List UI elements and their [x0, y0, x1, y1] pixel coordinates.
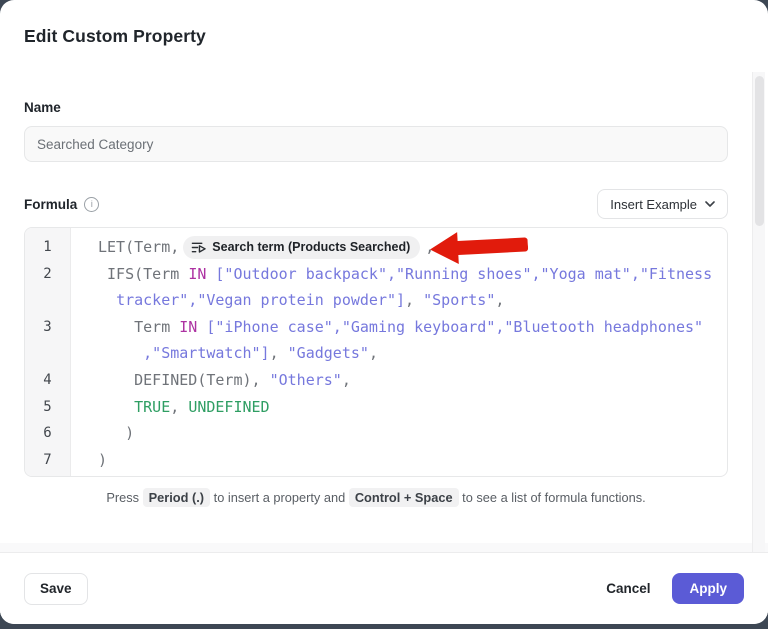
code-token: DEFINED(Term), [98, 371, 270, 389]
code-line[interactable]: TRUE, UNDEFINED [98, 394, 719, 421]
chevron-down-icon [705, 201, 715, 207]
code-token: , [369, 344, 378, 362]
code-token: ) [98, 451, 107, 469]
name-label: Name [24, 100, 728, 115]
code-token: ) [98, 424, 134, 442]
insert-example-button[interactable]: Insert Example [597, 189, 728, 219]
code-token: , [170, 398, 188, 416]
dialog-content: Name Formula i Insert Example 12 3 4567 LE… [0, 72, 768, 552]
code-line[interactable]: DEFINED(Term), "Others", [98, 367, 719, 394]
event-property-icon [191, 240, 206, 255]
line-number [25, 340, 70, 367]
code-token: TRUE [134, 398, 170, 416]
code-token: , [342, 371, 351, 389]
code-token: ["iPhone case","Gaming keyboard","Blueto… [206, 318, 703, 336]
search-term-property-chip[interactable]: Search term (Products Searched) [183, 236, 420, 259]
hint-post: to see a list of formula functions. [462, 490, 646, 505]
code-line[interactable]: tracker","Vegan protein powder"], "Sport… [98, 287, 719, 314]
hint-pre: Press [106, 490, 139, 505]
edit-custom-property-dialog: Edit Custom Property Name Formula i Inse… [0, 0, 768, 624]
code-token: UNDEFINED [188, 398, 269, 416]
dialog-footer: Save Cancel Apply [0, 552, 768, 624]
footer-right-actions: Cancel Apply [606, 573, 744, 604]
formula-editor[interactable]: 12 3 4567 LET(Term, Search term (Products S… [24, 227, 728, 477]
code-line[interactable]: ) [98, 447, 719, 474]
formula-row: Formula i Insert Example [24, 189, 728, 219]
line-number: 3 [25, 314, 70, 341]
hint-mid: to insert a property and [214, 490, 346, 505]
info-icon[interactable]: i [84, 197, 99, 212]
save-button[interactable]: Save [24, 573, 88, 605]
scrollbar-track[interactable] [752, 72, 765, 552]
code-token: Term [98, 318, 179, 336]
code-token: , [405, 291, 423, 309]
cancel-button[interactable]: Cancel [606, 581, 650, 596]
line-number: 6 [25, 420, 70, 447]
line-number: 2 [25, 261, 70, 288]
code-token: IFS(Term [98, 265, 188, 283]
code-token: , [270, 344, 288, 362]
code-token: IN [188, 265, 206, 283]
chip-label: Search term (Products Searched) [212, 234, 410, 261]
code-line[interactable]: IFS(Term IN ["Outdoor backpack","Running… [98, 261, 719, 288]
code-line[interactable]: ,"Smartwatch"], "Gadgets", [98, 340, 719, 367]
code-token: "Others" [270, 371, 342, 389]
kbd-control-space: Control + Space [349, 488, 459, 507]
dialog-title: Edit Custom Property [24, 26, 744, 47]
line-number-gutter: 12 3 4567 [25, 228, 71, 476]
code-line[interactable]: ) [98, 420, 719, 447]
code-token: ["Outdoor backpack","Running shoes","Yog… [215, 265, 712, 283]
scrollbar-thumb[interactable] [755, 76, 764, 226]
line-number: 4 [25, 367, 70, 394]
name-input[interactable] [24, 126, 728, 162]
line-number [25, 287, 70, 314]
code-line[interactable]: Term IN ["iPhone case","Gaming keyboard"… [98, 314, 719, 341]
line-number: 5 [25, 394, 70, 421]
code-line[interactable]: LET(Term, Search term (Products Searched)… [98, 234, 719, 261]
code-token: , [495, 291, 504, 309]
code-token [98, 398, 134, 416]
apply-button[interactable]: Apply [672, 573, 744, 604]
code-token [98, 291, 116, 309]
line-number: 1 [25, 234, 70, 261]
code-token: ,"Smartwatch"] [143, 344, 269, 362]
dialog-header: Edit Custom Property [0, 0, 768, 72]
code-token: LET(Term, [98, 238, 179, 256]
code-token: , [425, 238, 434, 256]
code-token: IN [179, 318, 197, 336]
formula-label: Formula [24, 197, 77, 212]
code-area[interactable]: LET(Term, Search term (Products Searched)… [71, 228, 727, 476]
line-number: 7 [25, 447, 70, 474]
insert-example-label: Insert Example [610, 197, 697, 212]
keyboard-hint: Press Period (.) to insert a property an… [24, 490, 728, 505]
code-token: "Sports" [423, 291, 495, 309]
kbd-period: Period (.) [143, 488, 210, 507]
code-token: tracker","Vegan protein powder"] [116, 291, 405, 309]
code-token [98, 344, 143, 362]
code-token: "Gadgets" [288, 344, 369, 362]
formula-label-wrap: Formula i [24, 197, 99, 212]
